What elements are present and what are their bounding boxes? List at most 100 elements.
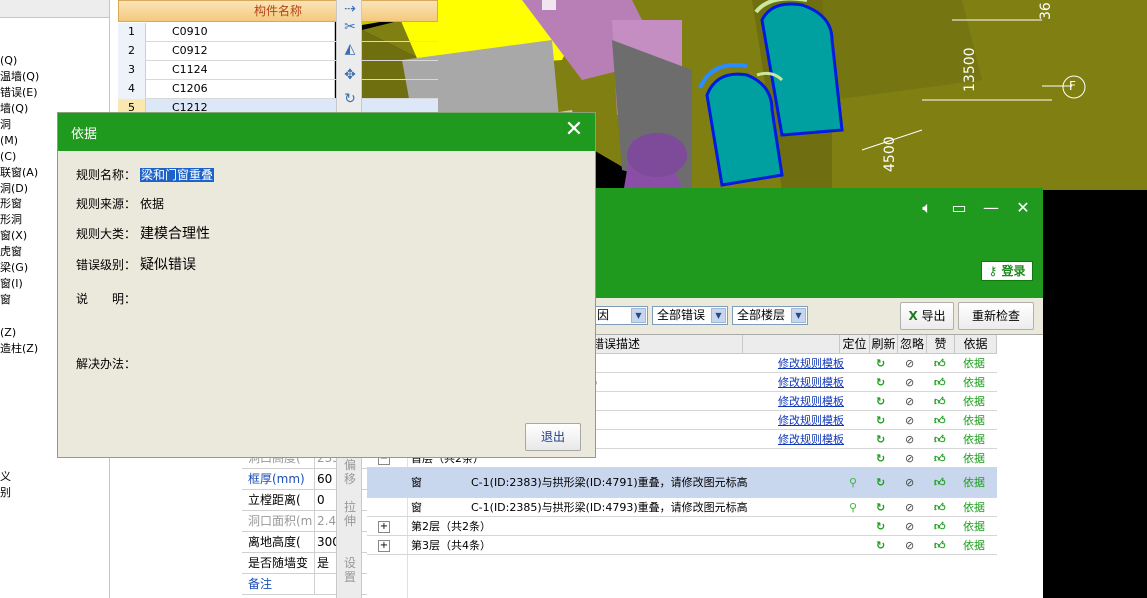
template-link[interactable]: 修改规则模板 [778, 430, 844, 449]
ignore-icon[interactable]: ⊘ [905, 430, 914, 449]
basis-link[interactable]: 依据 [963, 392, 985, 411]
error-filter-select[interactable]: 全部错误 ▼ [652, 306, 728, 325]
rotate-icon[interactable]: ↻ [341, 90, 359, 108]
member-row[interactable]: 2 C0912 [118, 42, 438, 61]
tree-item[interactable]: 洞 [0, 117, 11, 132]
tree-item[interactable]: 造柱(Z) [0, 341, 38, 356]
refresh-icon[interactable]: ↻ [876, 411, 885, 430]
refresh-icon[interactable]: ↻ [876, 449, 885, 468]
col-ignore: 忽略 [898, 335, 927, 354]
tree-item[interactable]: (M) [0, 133, 18, 148]
tree-item[interactable]: 温墙(Q) [0, 69, 39, 84]
floor-filter-select[interactable]: 全部楼层 ▼ [732, 306, 808, 325]
basis-link[interactable]: 依据 [963, 498, 985, 517]
tree-item[interactable]: 错误(E) [0, 85, 38, 100]
exit-button[interactable]: 退出 [525, 423, 581, 451]
cause-select[interactable]: 因 ▼ [592, 306, 648, 325]
stretch-tool[interactable]: 拉伸 [341, 500, 359, 528]
thumbs-up-icon[interactable]: 👍︎ [934, 468, 946, 498]
locate-pin-icon[interactable]: ⚲ [849, 498, 857, 517]
thumbs-up-icon[interactable]: 👍︎ [934, 373, 946, 392]
thumbs-up-icon[interactable]: 👍︎ [934, 517, 946, 536]
mirror-icon[interactable]: ◭ [341, 40, 359, 58]
group-row[interactable]: + 第2层（共2条） ↻ ⊘ 👍︎ 依据 [367, 517, 997, 536]
expand-icon[interactable]: + [378, 520, 390, 533]
refresh-icon[interactable]: ↻ [876, 517, 885, 536]
member-row[interactable]: 4 C1206 [118, 80, 438, 99]
basis-link[interactable]: 依据 [963, 517, 985, 536]
refresh-icon[interactable]: ↻ [876, 468, 885, 498]
chat-icon[interactable]: ▭ [949, 198, 969, 218]
ignore-icon[interactable]: ⊘ [905, 373, 914, 392]
basis-link[interactable]: 依据 [963, 411, 985, 430]
minimize-icon[interactable]: — [981, 198, 1001, 218]
scissors-icon[interactable]: ✂ [341, 18, 359, 36]
template-link[interactable]: 修改规则模板 [778, 392, 844, 411]
basis-link[interactable]: 依据 [963, 449, 985, 468]
export-button[interactable]: X 导出 [900, 302, 954, 330]
template-link[interactable]: 修改规则模板 [778, 354, 844, 373]
tree-item[interactable]: 形洞 [0, 212, 22, 227]
basis-link[interactable]: 依据 [963, 354, 985, 373]
basis-link[interactable]: 依据 [963, 430, 985, 449]
basis-link[interactable]: 依据 [963, 468, 985, 498]
thumbs-up-icon[interactable]: 👍︎ [934, 498, 946, 517]
refresh-icon[interactable]: ↻ [876, 373, 885, 392]
group-row[interactable]: + 第3层（共4条） ↻ ⊘ 👍︎ 依据 [367, 536, 997, 555]
tree-item[interactable]: 窗(I) [0, 276, 23, 291]
error-row[interactable]: 窗 C-1(ID:2385)与拱形梁(ID:4793)重叠，请修改图元标高 ⚲ ↻ ⊘ 👍… [367, 498, 997, 517]
rule-name-value[interactable]: 梁和门窗重叠 [140, 168, 215, 182]
refresh-icon[interactable]: ↻ [876, 354, 885, 373]
ignore-icon[interactable]: ⊘ [905, 536, 914, 555]
login-button[interactable]: ⚷ 登录 [981, 261, 1033, 281]
offset-tool[interactable]: 偏移 [341, 458, 359, 486]
thumbs-up-icon[interactable]: 👍︎ [934, 430, 946, 449]
thumbs-up-icon[interactable]: 👍︎ [934, 536, 946, 555]
tree-item[interactable]: 窗(X) [0, 228, 27, 243]
ignore-icon[interactable]: ⊘ [905, 517, 914, 536]
locate-pin-icon[interactable]: ⚲ [849, 468, 857, 498]
refresh-icon[interactable]: ↻ [876, 392, 885, 411]
close-icon[interactable]: ✕ [563, 119, 585, 143]
ignore-icon[interactable]: ⊘ [905, 449, 914, 468]
template-link[interactable]: 修改规则模板 [778, 373, 844, 392]
group-label: 第3层（共4条） [411, 539, 491, 552]
tree-item[interactable]: (Z) [0, 325, 16, 340]
tree-item[interactable]: 洞(D) [0, 181, 28, 196]
tree-item[interactable]: (C) [0, 149, 16, 164]
tree-item[interactable]: 形窗 [0, 196, 22, 211]
thumbs-up-icon[interactable]: 👍︎ [934, 392, 946, 411]
member-row[interactable]: 3 C1124 [118, 61, 438, 80]
thumbs-up-icon[interactable]: 👍︎ [934, 354, 946, 373]
refresh-icon[interactable]: ↻ [876, 498, 885, 517]
ignore-icon[interactable]: ⊘ [905, 498, 914, 517]
move-icon[interactable]: ✥ [341, 66, 359, 84]
thumbs-up-icon[interactable]: 👍︎ [934, 411, 946, 430]
template-link[interactable]: 修改规则模板 [778, 411, 844, 430]
thumbs-up-icon[interactable]: 👍︎ [934, 449, 946, 468]
tree-item[interactable]: 梁(G) [0, 260, 28, 275]
tool-icon[interactable]: ⇢ [341, 0, 359, 18]
error-row[interactable]: 窗 C-1(ID:2383)与拱形梁(ID:4791)重叠，请修改图元标高 ⚲ ↻ ⊘ 👍… [367, 468, 997, 498]
tree-item[interactable]: (Q) [0, 53, 17, 68]
tree-item[interactable]: 墙(Q) [0, 101, 28, 116]
expand-icon[interactable]: + [378, 539, 390, 552]
recheck-button[interactable]: 重新检查 [958, 302, 1034, 330]
refresh-icon[interactable]: ↻ [876, 430, 885, 449]
tree-item[interactable]: 虎窗 [0, 244, 22, 259]
tree-item[interactable]: 义 [0, 469, 11, 484]
basis-link[interactable]: 依据 [963, 373, 985, 392]
refresh-icon[interactable]: ↻ [876, 536, 885, 555]
tree-item[interactable]: 联窗(A) [0, 165, 38, 180]
tree-item[interactable]: 窗 [0, 292, 11, 307]
member-row[interactable]: 1 C0910 [118, 23, 438, 42]
tree-item[interactable]: 别 [0, 485, 11, 500]
close-icon[interactable]: ✕ [1013, 198, 1033, 218]
ignore-icon[interactable]: ⊘ [905, 392, 914, 411]
ignore-icon[interactable]: ⊘ [905, 468, 914, 498]
ignore-icon[interactable]: ⊘ [905, 354, 914, 373]
ignore-icon[interactable]: ⊘ [905, 411, 914, 430]
speaker-icon[interactable]: 🔈︎ [917, 198, 937, 218]
basis-link[interactable]: 依据 [963, 536, 985, 555]
settings-tool[interactable]: 设置 [341, 556, 359, 584]
